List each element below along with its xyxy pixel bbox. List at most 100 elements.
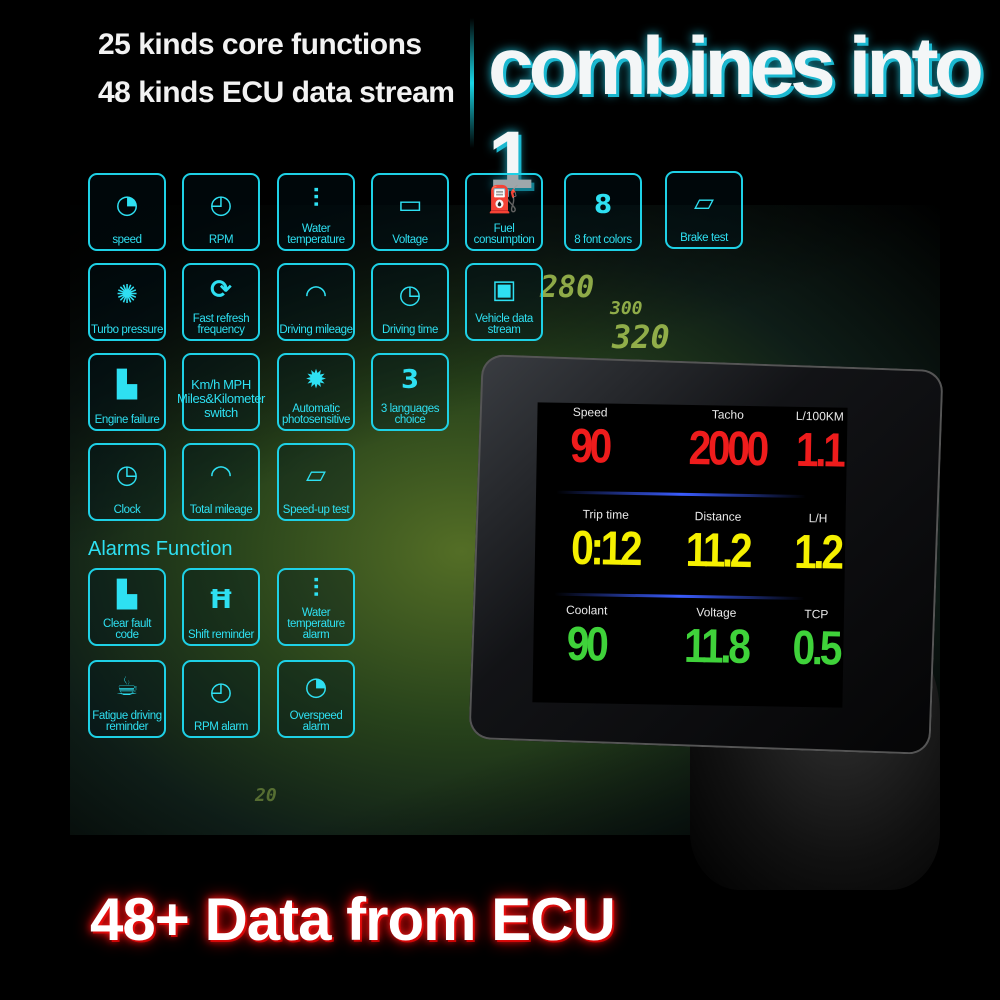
engine-icon: ▙ [117, 370, 137, 400]
footer-headline: 48+ Data from ECU [90, 886, 616, 953]
reading: L/H 1.2 [790, 511, 846, 581]
feature-tile: ▙ Engine failure [88, 353, 166, 431]
feature-label: Turbo pressure [91, 324, 163, 336]
separator [554, 592, 805, 601]
feature-label: 3 languages choice [380, 403, 440, 426]
engine-icon: ▙ [117, 579, 137, 610]
feature-tile: ⫶ Water temperature [277, 173, 355, 251]
digit-3-icon: 3 [400, 364, 420, 395]
feature-label: Automatic photosensitive [282, 403, 350, 426]
scale-number: 300 [610, 298, 643, 319]
reading-value: 1.2 [793, 525, 842, 580]
scale-number: 320 [612, 318, 670, 356]
reading: Distance 11.2 [680, 509, 756, 579]
gauge-icon: ◠ [211, 460, 231, 490]
feature-label: Speed-up test [282, 504, 350, 516]
feature-tile: ☕ Fatigue driving reminder [88, 660, 166, 738]
reading: Voltage 11.8 [678, 605, 754, 675]
reading-value: 90 [569, 419, 610, 474]
feature-tile: Ħ Shift reminder [182, 568, 260, 646]
reading-title: Distance [694, 509, 742, 524]
headline-line1: 25 kinds core functions [98, 28, 422, 61]
feature-label: 8 font colors [574, 234, 632, 246]
separator [556, 490, 807, 499]
feature-tile: 3 3 languages choice [371, 353, 449, 431]
feature-tile: ⫶ Water temperature alarm [277, 568, 355, 646]
reading-value: 11.2 [685, 523, 750, 579]
reading-title: Speed [572, 404, 608, 420]
reading-value: 1.1 [795, 423, 843, 478]
feature-label: Fuel consumption [473, 223, 535, 246]
reading-value: 90 [566, 617, 606, 672]
tachometer-icon: ◴ [209, 677, 233, 707]
feature-label: Shift reminder [188, 629, 254, 641]
reading: TCP 0.5 [788, 607, 844, 677]
feature-label: Vehicle data stream [475, 313, 533, 336]
reading-title: TCP [804, 607, 829, 622]
reading-title: L/100KM [795, 408, 844, 424]
feature-tile: ◴ RPM alarm [182, 660, 260, 738]
feature-label: Km/h MPH Miles&Kilometer switch [177, 377, 265, 420]
feature-tile: ◔ Overspeed alarm [277, 660, 355, 738]
feature-label: Brake test [680, 232, 728, 244]
feature-tile: ⏥ Speed-up test [277, 443, 355, 521]
battery-icon: ▭ [397, 190, 423, 220]
feature-tile: ⟳ Fast refresh frequency [182, 263, 260, 341]
feature-tile: ▭ Voltage [371, 173, 449, 251]
feature-label: RPM alarm [194, 721, 248, 733]
reading: Speed 90 [566, 405, 613, 475]
feature-tile: ◷ Driving time [371, 263, 449, 341]
reading: Trip time 0:12 [565, 507, 646, 577]
feature-label: speed [112, 234, 142, 246]
reading-value: 2000 [688, 421, 767, 477]
feature-tile: ◴ RPM [182, 173, 260, 251]
headline-line2: 48 kinds ECU data stream [98, 76, 455, 109]
feature-tile: ⏥ Brake test [665, 171, 743, 249]
feature-label: Clock [113, 504, 141, 516]
reading-title: Voltage [696, 605, 737, 620]
feature-tile: ◠ Driving mileage [277, 263, 355, 341]
tachometer-icon: ◴ [209, 190, 233, 220]
feature-label: Engine failure [94, 414, 160, 426]
reading-value: 0:12 [570, 521, 640, 577]
feature-tile: 8 8 font colors [564, 173, 642, 251]
reading-title: Trip time [582, 507, 629, 522]
chip-icon: ▣ [491, 274, 517, 305]
gauge-icon: ◠ [306, 280, 326, 310]
feature-tile: ◔ speed [88, 173, 166, 251]
car-icon: ⏥ [694, 188, 714, 218]
feature-label: Fatigue driving reminder [92, 710, 162, 733]
turbo-icon: ✺ [116, 280, 138, 310]
reading: Coolant 90 [563, 603, 610, 673]
clock-icon: ◷ [398, 280, 422, 310]
thermometer-icon: ⫶ [312, 573, 320, 604]
alarms-title: Alarms Function [88, 538, 233, 560]
feature-label: RPM [208, 234, 234, 246]
gear-shift-icon: Ħ [208, 585, 234, 615]
reading: Tacho 2000 [681, 407, 773, 478]
reading-title: Coolant [565, 602, 608, 618]
divider [470, 18, 474, 148]
feature-label: Total mileage [189, 504, 253, 516]
scale-number: 280 [540, 270, 595, 305]
feature-label: Voltage [392, 234, 428, 246]
car-icon: ⏥ [306, 460, 326, 490]
feature-label: Fast refresh frequency [192, 313, 250, 336]
sensor-icon: ✹ [305, 364, 327, 395]
refresh-icon: ⟳ [210, 274, 232, 305]
reading-title: Tacho [711, 407, 744, 422]
feature-label: Water temperature alarm [287, 607, 345, 641]
feature-label: Clear fault code [102, 618, 151, 641]
reading-value: 11.8 [683, 619, 749, 675]
coffee-cup-icon: ☕ [115, 671, 139, 702]
feature-tile: ◠ Total mileage [182, 443, 260, 521]
thermometer-icon: ⫶ [312, 184, 320, 214]
clock-icon: ◷ [115, 460, 139, 490]
oil-can-icon: ⛽ [487, 184, 521, 215]
feature-tile: ▣ Vehicle data stream [465, 263, 543, 341]
feature-tile: ✺ Turbo pressure [88, 263, 166, 341]
feature-label: Driving mileage [279, 324, 353, 336]
reading: L/100KM 1.1 [791, 409, 847, 479]
feature-label: Overspeed alarm [289, 710, 343, 733]
feature-tile: ▙ Clear fault code [88, 568, 166, 646]
